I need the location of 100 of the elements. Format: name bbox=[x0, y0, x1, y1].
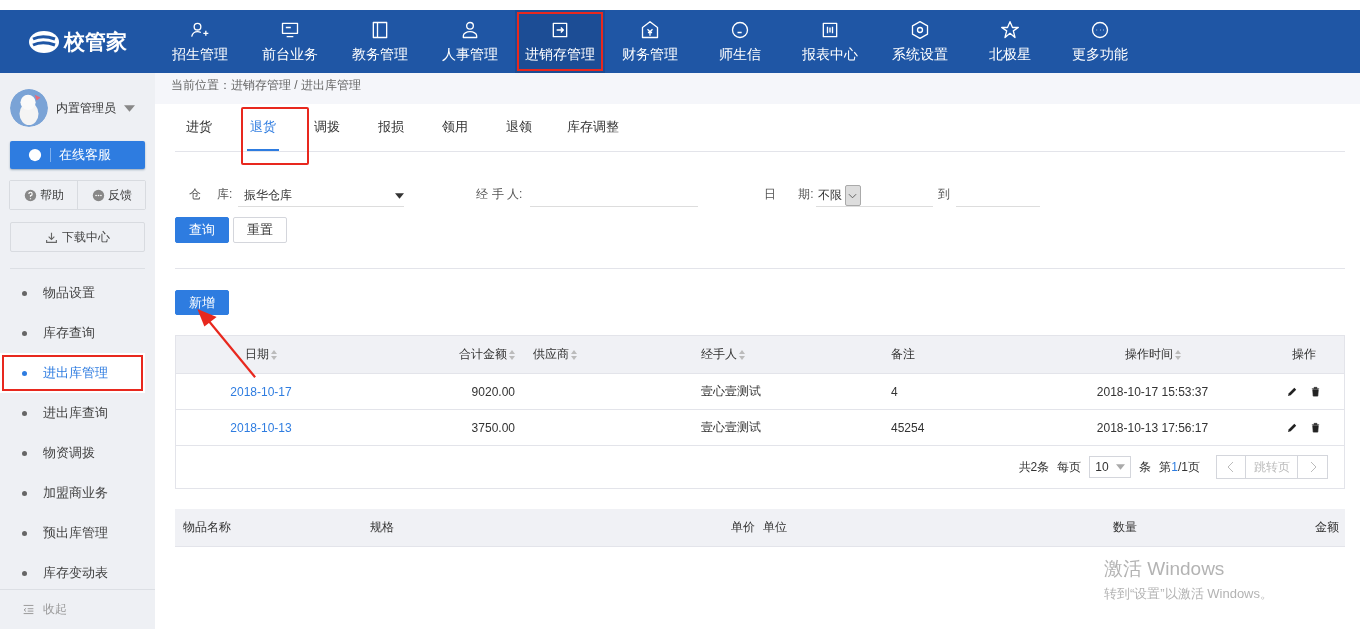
search-button[interactable]: 查询 bbox=[175, 217, 229, 243]
date-range-select[interactable]: 不限 bbox=[815, 185, 861, 207]
column-header[interactable]: 经手人 bbox=[701, 346, 881, 363]
chat-icon bbox=[28, 148, 42, 162]
nav-icon bbox=[730, 19, 750, 40]
nav-item[interactable]: 师生信 bbox=[695, 10, 785, 73]
table-cell: 壹心壹测试 bbox=[701, 419, 761, 436]
tab[interactable]: 退领 bbox=[503, 104, 535, 151]
column-header[interactable]: 日期 bbox=[176, 346, 346, 363]
field-label: 经 手 人: bbox=[476, 186, 523, 203]
column-header: 物品名称 bbox=[182, 519, 232, 536]
sort-icon bbox=[739, 349, 745, 360]
delete-icon[interactable] bbox=[1310, 386, 1321, 397]
date-link[interactable]: 2018-10-17 bbox=[230, 384, 292, 399]
column-header: 操作 bbox=[1291, 346, 1317, 363]
column-header: 单价 bbox=[730, 519, 755, 536]
edit-icon[interactable] bbox=[1287, 422, 1298, 433]
table-cell: 壹心壹测试 bbox=[701, 383, 761, 400]
tab[interactable]: 调拨 bbox=[311, 104, 343, 151]
sort-icon bbox=[509, 349, 515, 360]
help-icon bbox=[23, 188, 37, 202]
breadcrumb: 当前位置：进销存管理 / 进出库管理 bbox=[171, 77, 361, 94]
logo-text: 校管家 bbox=[64, 28, 127, 55]
collapse-icon bbox=[22, 603, 35, 616]
page-indicator: 第1/1页 bbox=[1159, 458, 1200, 476]
column-header[interactable]: 供应商 bbox=[521, 346, 701, 363]
sidebar-item[interactable]: 库存查询 bbox=[0, 313, 145, 353]
nav-item[interactable]: 报表中心 bbox=[785, 10, 875, 73]
column-header[interactable]: 合计金额 bbox=[346, 346, 521, 363]
page-size-select[interactable]: 10 bbox=[1089, 456, 1132, 478]
user-name[interactable]: 内置管理员 bbox=[56, 99, 116, 117]
tab[interactable]: 领用 bbox=[439, 104, 471, 151]
tab[interactable]: 退货 bbox=[247, 104, 279, 151]
tab[interactable]: 库存调整 bbox=[567, 104, 619, 151]
caret-icon[interactable] bbox=[124, 104, 135, 112]
column-header: 单位 bbox=[762, 519, 788, 536]
sort-icon bbox=[571, 349, 577, 360]
table-cell: 3750.00 bbox=[471, 420, 515, 435]
caret-icon bbox=[1116, 464, 1126, 470]
sidebar-item[interactable]: 加盟商业务 bbox=[0, 473, 145, 513]
activation-hint: 转到“设置”以激活 Windows。 bbox=[1104, 585, 1273, 603]
caret-icon bbox=[395, 192, 405, 199]
activation-title: 激活 Windows bbox=[1104, 557, 1226, 581]
nav-item[interactable]: 招生管理 bbox=[155, 10, 245, 73]
sort-icon bbox=[271, 349, 277, 360]
nav-icon bbox=[1000, 19, 1020, 40]
online-service-button[interactable]: 在线客服 bbox=[10, 141, 145, 169]
nav-item[interactable]: 进销存管理 bbox=[515, 10, 605, 73]
per-page-label: 每页 bbox=[1057, 458, 1082, 476]
nav-item[interactable]: 教务管理 bbox=[335, 10, 425, 73]
field-label: 仓 bbox=[189, 186, 201, 203]
nav-item[interactable]: 前台业务 bbox=[245, 10, 335, 73]
warehouse-select[interactable]: 振华仓库 bbox=[238, 187, 405, 207]
download-center-button[interactable]: 下载中心 bbox=[10, 222, 145, 252]
nav-item[interactable]: 北极星 bbox=[965, 10, 1055, 73]
table-cell: 2018-10-17 15:53:37 bbox=[1096, 384, 1209, 399]
tab[interactable]: 进货 bbox=[183, 104, 215, 151]
nav-icon bbox=[370, 19, 390, 40]
table-cell: 4 bbox=[891, 384, 898, 399]
column-header: 备注 bbox=[890, 346, 916, 363]
column-header: 数量 bbox=[1112, 519, 1138, 536]
table-cell: 45254 bbox=[891, 420, 925, 435]
sidebar-item[interactable]: 进出库管理 bbox=[0, 353, 145, 393]
column-header: 规格 bbox=[370, 519, 395, 536]
total-count: 共2条 bbox=[1018, 458, 1050, 476]
per-page-unit: 条 bbox=[1139, 458, 1152, 476]
tab[interactable]: 报损 bbox=[375, 104, 407, 151]
delete-icon[interactable] bbox=[1310, 422, 1321, 433]
nav-item[interactable]: 更多功能 bbox=[1055, 10, 1145, 73]
sidebar-item[interactable]: 物品设置 bbox=[0, 273, 145, 313]
date-link[interactable]: 2018-10-13 bbox=[230, 420, 292, 435]
field-label: 期: bbox=[798, 186, 814, 203]
field-label: 日 bbox=[764, 186, 777, 203]
nav-icon bbox=[460, 19, 480, 40]
chat-icon bbox=[91, 188, 105, 202]
logo-icon bbox=[28, 29, 60, 54]
nav-item[interactable]: 系统设置 bbox=[875, 10, 965, 73]
field-label: 到 bbox=[937, 186, 950, 203]
sidebar-item[interactable]: 预出库管理 bbox=[0, 513, 145, 553]
chevron-right-icon bbox=[1308, 461, 1317, 473]
edit-icon[interactable] bbox=[1287, 386, 1298, 397]
nav-icon bbox=[1090, 19, 1110, 40]
field-label: 库: bbox=[217, 186, 233, 203]
reset-button[interactable]: 重置 bbox=[233, 217, 287, 243]
chevron-left-icon bbox=[1227, 461, 1235, 473]
nav-item[interactable]: 财务管理 bbox=[605, 10, 695, 73]
nav-icon bbox=[910, 19, 930, 40]
sidebar-item[interactable]: 进出库查询 bbox=[0, 393, 145, 433]
feedback-button[interactable]: 反馈 bbox=[77, 181, 145, 209]
column-header[interactable]: 操作时间 bbox=[1021, 346, 1264, 363]
table-cell: 2018-10-13 17:56:17 bbox=[1096, 420, 1209, 435]
nav-icon bbox=[640, 19, 660, 40]
table-cell: 9020.00 bbox=[471, 384, 515, 399]
nav-item[interactable]: 人事管理 bbox=[425, 10, 515, 73]
arrow-annotation bbox=[197, 309, 259, 379]
sort-icon bbox=[1174, 349, 1181, 360]
download-icon bbox=[45, 230, 58, 244]
add-button[interactable]: 新增 bbox=[175, 290, 229, 315]
sidebar-item[interactable]: 物资调拨 bbox=[0, 433, 145, 473]
column-header: 金额 bbox=[1314, 519, 1340, 536]
